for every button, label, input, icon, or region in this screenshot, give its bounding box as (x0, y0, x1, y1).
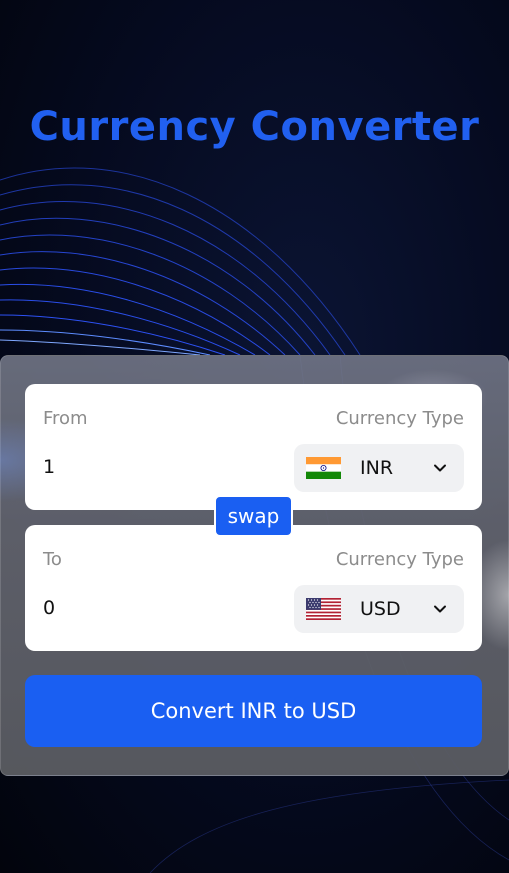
from-box: From Currency Type INR (25, 384, 482, 510)
chevron-down-icon (434, 464, 446, 472)
to-box: To Currency Type USD (25, 525, 482, 651)
us-flag-icon (306, 598, 341, 620)
to-currency-code: USD (360, 598, 401, 620)
to-currency-select[interactable]: USD (294, 585, 464, 633)
chevron-down-icon (434, 605, 446, 613)
to-label: To (43, 549, 62, 570)
to-currency-type-label: Currency Type (335, 549, 464, 570)
from-currency-code: INR (360, 457, 394, 479)
page-title: Currency Converter (29, 104, 480, 150)
from-amount-input[interactable] (43, 456, 243, 478)
to-amount-input[interactable] (43, 597, 243, 619)
swap-button[interactable]: swap (214, 495, 293, 537)
india-flag-icon (306, 457, 341, 479)
from-label: From (43, 408, 88, 429)
from-currency-select[interactable]: INR (294, 444, 464, 492)
convert-button[interactable]: Convert INR to USD (25, 675, 482, 747)
from-currency-type-label: Currency Type (335, 408, 464, 429)
